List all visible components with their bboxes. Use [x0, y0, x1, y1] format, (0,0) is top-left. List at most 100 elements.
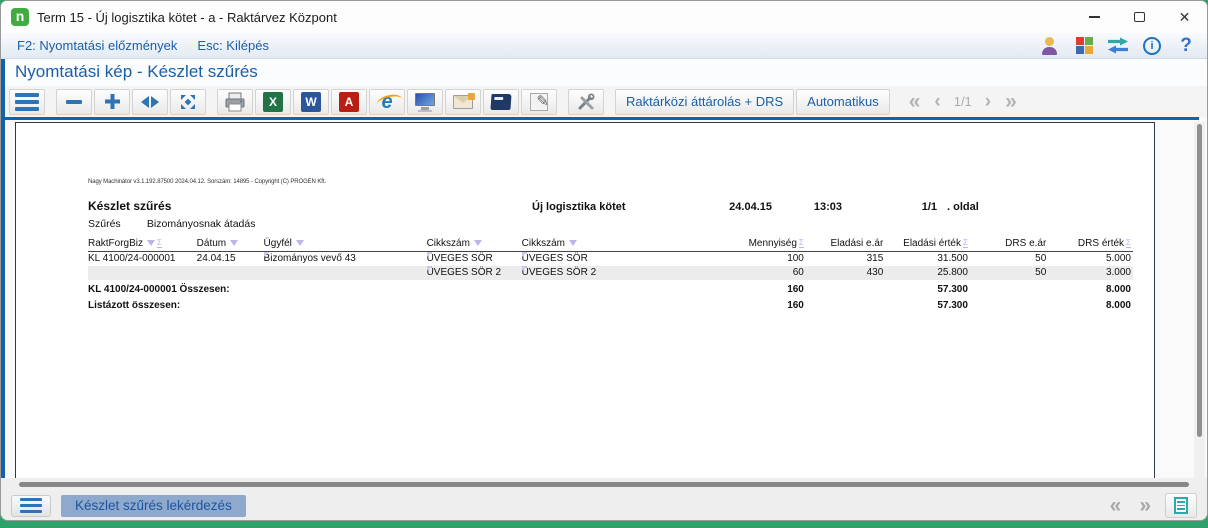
- mail-icon: [453, 92, 475, 109]
- print-button[interactable]: [217, 88, 253, 115]
- document-list-icon: [1174, 497, 1188, 514]
- total-value: [970, 280, 1048, 296]
- fit-page-button[interactable]: [170, 88, 206, 115]
- query-tab[interactable]: Készlet szűrés lekérdezés: [61, 494, 246, 517]
- total-value: 8.000: [1105, 299, 1131, 311]
- excel-icon: X: [263, 91, 283, 112]
- edit-pencil-icon: ✎: [530, 92, 549, 111]
- word-icon: W: [301, 91, 321, 112]
- user-button[interactable]: [1035, 34, 1065, 58]
- menu-item-exit[interactable]: Esc: Kilépés: [187, 36, 279, 55]
- app-version-line: Nagy Machinátor v3.1.192.87500 2024.04.1…: [88, 179, 326, 185]
- user-icon: [1041, 36, 1059, 55]
- report-page-number: 1/1: [921, 201, 937, 213]
- total-value: 8.000: [1105, 283, 1131, 295]
- maximize-icon: [1134, 12, 1145, 22]
- report-page-suffix: . oldal: [947, 201, 979, 213]
- total-value: 160: [787, 299, 804, 311]
- app-logo-icon: n: [11, 8, 29, 26]
- info-icon: i: [1143, 36, 1161, 55]
- report-title: Készlet szűrés: [88, 199, 172, 213]
- column-header: DRS e.ár: [969, 237, 1049, 252]
- expand-arrows-icon: [181, 94, 195, 109]
- printer-icon: [225, 92, 245, 111]
- sync-arrows-icon: [1108, 37, 1128, 54]
- table-cell: 50: [969, 265, 1049, 280]
- warehouse-transfer-drs-button[interactable]: Raktárközi áttárolás + DRS: [615, 88, 795, 115]
- content-area: Nyomtatási kép - Készlet szűrés X W A e …: [1, 59, 1207, 478]
- window-title: Term 15 - Új logisztika kötet - a - Rakt…: [37, 9, 337, 25]
- open-in-browser-button[interactable]: e: [369, 88, 405, 115]
- help-button[interactable]: ?: [1171, 34, 1201, 58]
- table-cell: 60: [671, 265, 806, 280]
- column-header: Dátum: [196, 237, 264, 252]
- report-date: 24.04.15: [729, 201, 772, 213]
- send-mail-button[interactable]: [445, 88, 481, 115]
- screen-view-button[interactable]: [407, 88, 443, 115]
- print-preview-area: Nagy Machinátor v3.1.192.87500 2024.04.1…: [5, 120, 1207, 478]
- report-table: RaktForgBiz Σ Dátum Ügyfél Cikkszám Cikkszám M…: [88, 237, 1133, 312]
- archive-button[interactable]: [483, 88, 519, 115]
- total-value: [970, 296, 1048, 312]
- filter-funnel-icon: [230, 240, 239, 246]
- export-excel-button[interactable]: X: [255, 88, 291, 115]
- settings-button[interactable]: [568, 88, 604, 115]
- apps-grid-icon: [1075, 37, 1093, 54]
- column-header: Cikkszám: [521, 237, 672, 252]
- info-button[interactable]: i: [1137, 34, 1167, 58]
- export-word-button[interactable]: W: [293, 88, 329, 115]
- automatic-button[interactable]: Automatikus: [796, 88, 890, 115]
- menu-button[interactable]: [9, 88, 45, 115]
- total-row: KL 4100/24-000001 Összesen: 160 57.300 8.00…: [88, 280, 1133, 296]
- title-bar: n Term 15 - Új logisztika kötet - a - Ra…: [1, 1, 1207, 33]
- query-menu-button[interactable]: [11, 494, 51, 517]
- sync-button[interactable]: [1103, 34, 1133, 58]
- sum-sigma-icon: Σ: [798, 238, 804, 248]
- column-header: Eladási e.ár: [805, 237, 886, 252]
- previous-page-icon[interactable]: ‹: [927, 92, 947, 111]
- last-page-icon[interactable]: »: [998, 91, 1024, 112]
- app-window: n Term 15 - Új logisztika kötet - a - Ra…: [0, 0, 1208, 521]
- filter-funnel-icon: [147, 240, 156, 246]
- page-title: Nyomtatási kép - Készlet szűrés: [5, 59, 1207, 86]
- zoom-in-button[interactable]: [94, 88, 130, 115]
- export-pdf-button[interactable]: A: [331, 88, 367, 115]
- column-header: Ügyfél: [263, 237, 427, 252]
- fit-width-button[interactable]: [132, 88, 168, 115]
- table-cell: 31.500: [937, 253, 968, 265]
- table-cell: Bizományos vevő 43: [263, 251, 427, 266]
- first-page-icon[interactable]: «: [902, 91, 928, 112]
- vertical-scrollbar-thumb[interactable]: [1197, 124, 1202, 438]
- edit-button[interactable]: ✎: [521, 88, 557, 115]
- warehouse-transfer-drs-label: Raktárközi áttárolás + DRS: [626, 94, 784, 109]
- toolbar: X W A e ✎ Raktárközi áttárolás + DRS Aut…: [5, 86, 1207, 117]
- menu-item-print-history[interactable]: F2: Nyomtatási előzmények: [7, 36, 187, 55]
- table-cell: ÜVEGES SÖR 2: [426, 265, 522, 280]
- sum-sigma-icon: Σ: [962, 238, 968, 248]
- column-header: DRS érték Σ: [1048, 237, 1133, 252]
- table-cell: 25.800: [885, 265, 970, 280]
- close-button[interactable]: ✕: [1162, 1, 1207, 33]
- total-value: 57.300: [937, 283, 968, 295]
- apps-grid-button[interactable]: [1069, 34, 1099, 58]
- table-cell: ÜVEGES SÖR: [521, 251, 671, 266]
- horizontal-scrollbar[interactable]: [1, 478, 1207, 491]
- maximize-button[interactable]: [1117, 1, 1162, 33]
- next-page-icon[interactable]: ›: [978, 92, 998, 111]
- monitor-icon: [415, 92, 435, 112]
- minimize-button[interactable]: [1072, 1, 1117, 33]
- table-cell: [263, 265, 427, 280]
- previous-query-icon[interactable]: «: [1106, 495, 1126, 516]
- zoom-out-button[interactable]: [56, 88, 92, 115]
- close-icon: ✕: [1178, 9, 1191, 25]
- table-cell: 100: [787, 253, 804, 265]
- vertical-scrollbar[interactable]: [1194, 122, 1205, 478]
- menu-bar: F2: Nyomtatási előzmények Esc: Kilépés i…: [1, 33, 1207, 59]
- document-list-button[interactable]: [1165, 493, 1197, 518]
- tools-icon: [578, 93, 595, 109]
- page-navigation: « ‹ 1/1 › »: [902, 91, 1024, 112]
- report-volume: Új logisztika kötet: [532, 201, 626, 213]
- horizontal-scrollbar-thumb[interactable]: [19, 482, 1189, 487]
- next-query-icon[interactable]: »: [1135, 495, 1155, 516]
- table-cell: 5.000: [1105, 253, 1131, 265]
